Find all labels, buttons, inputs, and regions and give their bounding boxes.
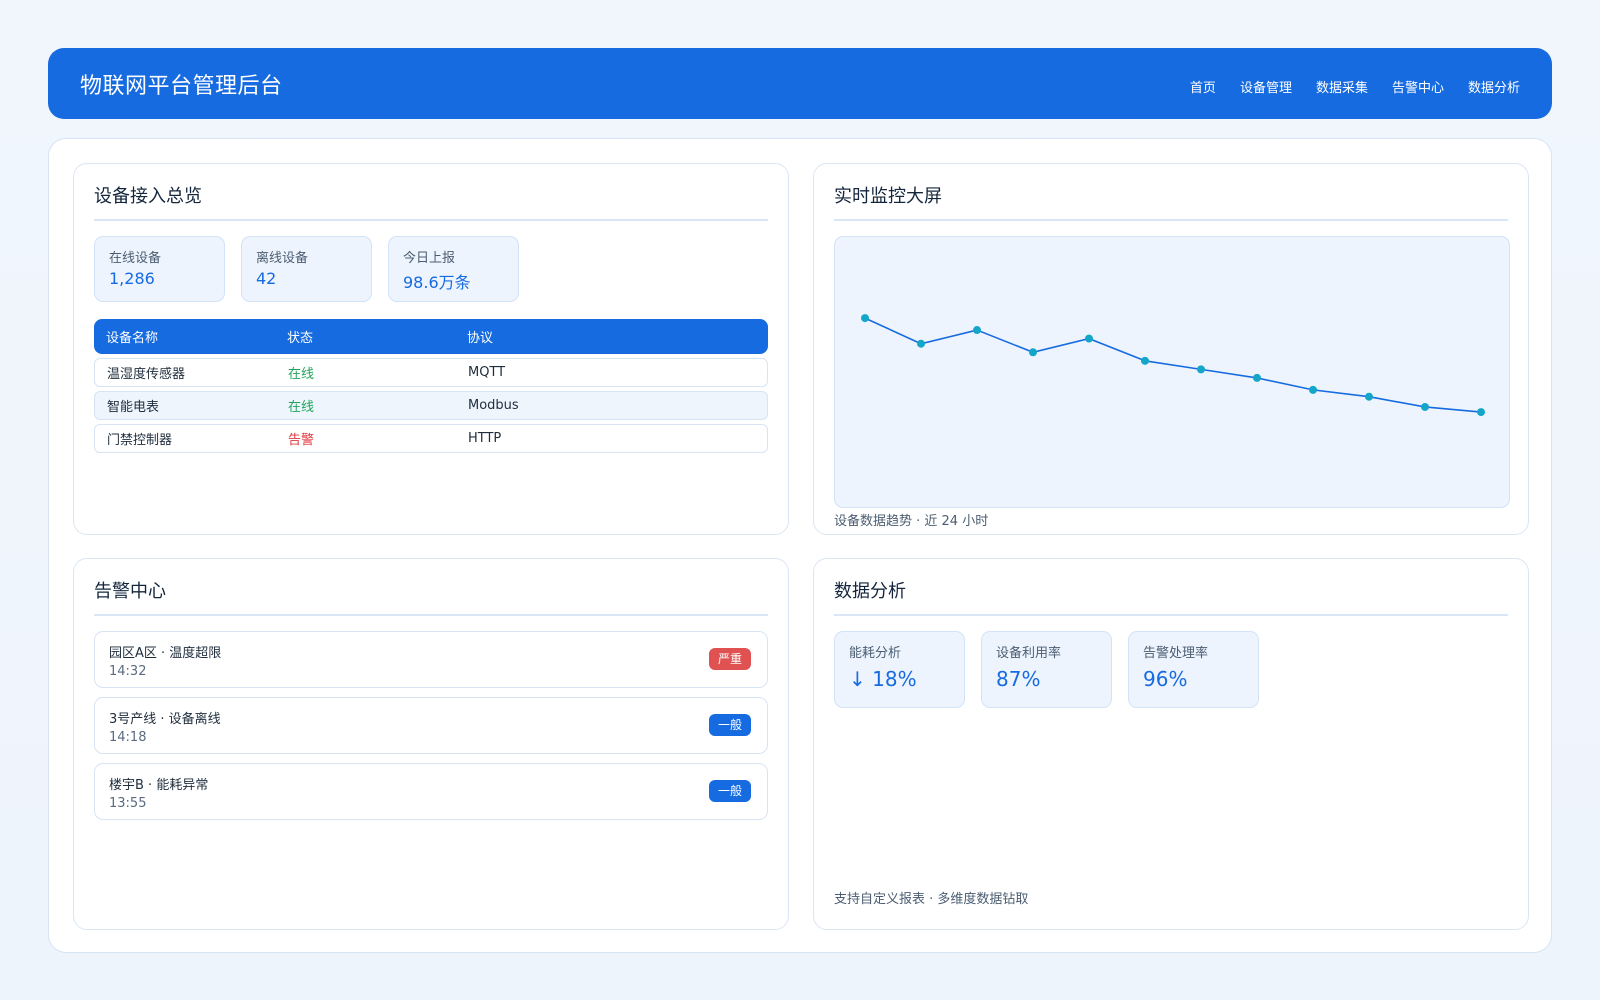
stat-value: ↓ 18% — [849, 667, 917, 691]
device-status: 告警 — [288, 433, 315, 448]
data-point[interactable] — [1029, 348, 1037, 357]
alert-item[interactable]: 楼宇B · 能耗异常 13:55 一般 — [94, 763, 768, 820]
data-point[interactable] — [1197, 365, 1205, 374]
alert-time: 14:18 — [109, 730, 147, 745]
device-overview-card: 设备接入总览 在线设备 1,286 离线设备 42 今日上报 98.6万条 设备… — [73, 163, 789, 535]
alert-level-badge: 一般 — [708, 780, 751, 802]
column-header-status[interactable]: 状态 — [287, 327, 467, 346]
stat-label: 设备利用率 — [996, 646, 1062, 661]
stat-value: 1,286 — [109, 269, 155, 288]
nav-data-analysis[interactable]: 数据分析 — [1468, 77, 1520, 96]
realtime-monitor-title: 实时监控大屏 — [834, 182, 1508, 221]
analysis-stats: 能耗分析 ↓ 18% 设备利用率 87% 告警处理率 96% — [834, 631, 1508, 708]
device-stats: 在线设备 1,286 离线设备 42 今日上报 98.6万条 — [94, 236, 768, 302]
table-row[interactable]: 门禁控制器 告警 HTTP — [94, 424, 768, 453]
alert-text: 3号产线 · 设备离线 — [109, 712, 221, 727]
table-row[interactable]: 温湿度传感器 在线 MQTT — [94, 358, 768, 387]
table-row[interactable]: 智能电表 在线 Modbus — [94, 391, 768, 420]
alert-text: 园区A区 · 温度超限 — [109, 646, 222, 661]
data-point[interactable] — [1365, 392, 1373, 401]
alert-item[interactable]: 3号产线 · 设备离线 14:18 一般 — [94, 697, 768, 754]
stat-online-devices: 在线设备 1,286 — [94, 236, 225, 302]
table-header: 设备名称 状态 协议 — [94, 319, 768, 354]
stat-device-utilization: 设备利用率 87% — [981, 631, 1112, 708]
alert-center-title: 告警中心 — [94, 577, 768, 616]
alert-center-card: 告警中心 园区A区 · 温度超限 14:32 严重 3号产线 · 设备离线 14… — [73, 558, 789, 930]
stat-value: 96% — [1143, 667, 1188, 691]
stat-offline-devices: 离线设备 42 — [241, 236, 372, 302]
stat-label: 离线设备 — [256, 251, 309, 266]
data-point[interactable] — [1085, 334, 1093, 343]
device-name: 温湿度传感器 — [107, 367, 186, 382]
stat-energy-analysis: 能耗分析 ↓ 18% — [834, 631, 965, 708]
app-header: 物联网平台管理后台 首页 设备管理 数据采集 告警中心 数据分析 — [48, 48, 1552, 119]
device-status: 在线 — [288, 367, 315, 382]
stat-label: 告警处理率 — [1143, 646, 1209, 661]
main-nav: 首页 设备管理 数据采集 告警中心 数据分析 — [1190, 77, 1520, 96]
realtime-monitor-card: 实时监控大屏 设备数据趋势 · 近 24 小时 — [813, 163, 1529, 535]
stat-today-reports: 今日上报 98.6万条 — [388, 236, 519, 302]
device-overview-title: 设备接入总览 — [94, 182, 768, 221]
trend-chart-area — [834, 236, 1510, 508]
analysis-footnote: 支持自定义报表 · 多维度数据钻取 — [834, 892, 1029, 907]
stat-alert-handling-rate: 告警处理率 96% — [1128, 631, 1259, 708]
stat-value: 42 — [256, 269, 277, 288]
column-header-protocol[interactable]: 协议 — [467, 327, 768, 346]
stat-label: 在线设备 — [109, 251, 162, 266]
device-protocol: Modbus — [468, 398, 519, 413]
alert-list: 园区A区 · 温度超限 14:32 严重 3号产线 · 设备离线 14:18 一… — [94, 631, 768, 820]
stat-value: 87% — [996, 667, 1041, 691]
chart-caption: 设备数据趋势 · 近 24 小时 — [834, 514, 989, 529]
nav-alert-center[interactable]: 告警中心 — [1392, 77, 1444, 96]
alert-time: 14:32 — [109, 664, 147, 679]
trend-line-chart — [861, 314, 1485, 417]
data-analysis-title: 数据分析 — [834, 577, 1508, 616]
alert-text: 楼宇B · 能耗异常 — [109, 778, 209, 793]
device-table: 设备名称 状态 协议 温湿度传感器 在线 MQTT 智能电表 在线 Modbus… — [94, 319, 768, 453]
data-point[interactable] — [861, 314, 869, 323]
data-point[interactable] — [1421, 402, 1429, 411]
alert-level-badge: 严重 — [708, 648, 751, 670]
device-name: 门禁控制器 — [107, 433, 173, 448]
column-header-name[interactable]: 设备名称 — [106, 327, 287, 346]
app-title: 物联网平台管理后台 — [80, 73, 283, 99]
data-point[interactable] — [1253, 373, 1261, 382]
data-point[interactable] — [917, 339, 925, 348]
data-analysis-card: 数据分析 能耗分析 ↓ 18% 设备利用率 87% 告警处理率 96% 支持自定… — [813, 558, 1529, 930]
data-point[interactable] — [1141, 356, 1149, 365]
series-line — [864, 317, 1482, 413]
data-point[interactable] — [1309, 385, 1317, 394]
data-point[interactable] — [973, 326, 981, 335]
nav-home[interactable]: 首页 — [1190, 77, 1216, 96]
alert-item[interactable]: 园区A区 · 温度超限 14:32 严重 — [94, 631, 768, 688]
stat-label: 能耗分析 — [849, 646, 902, 661]
alert-level-badge: 一般 — [708, 714, 751, 736]
device-protocol: MQTT — [468, 365, 506, 380]
data-point[interactable] — [1477, 408, 1485, 417]
stat-value: 98.6万条 — [403, 273, 471, 292]
nav-device-management[interactable]: 设备管理 — [1240, 77, 1292, 96]
device-status: 在线 — [288, 400, 315, 415]
alert-time: 13:55 — [109, 796, 147, 811]
stat-label: 今日上报 — [403, 251, 456, 266]
nav-data-collection[interactable]: 数据采集 — [1316, 77, 1368, 96]
dashboard-panel: 设备接入总览 在线设备 1,286 离线设备 42 今日上报 98.6万条 设备… — [48, 138, 1552, 953]
device-name: 智能电表 — [107, 400, 160, 415]
device-protocol: HTTP — [468, 431, 502, 446]
